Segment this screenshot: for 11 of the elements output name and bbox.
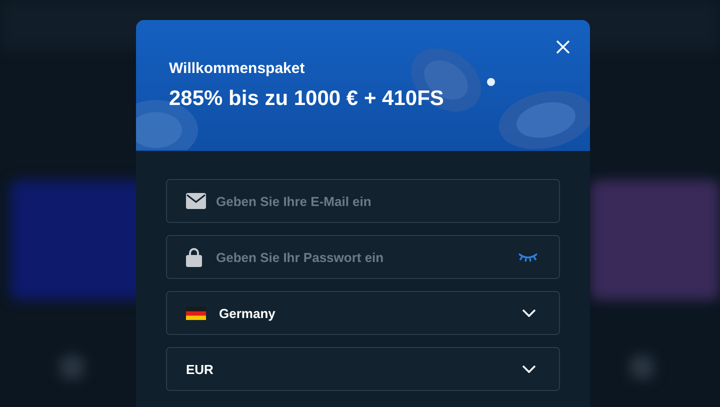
banner-title: 285% bis zu 1000 € + 410FS	[169, 87, 444, 111]
chevron-down-icon	[522, 309, 536, 317]
country-select[interactable]: Germany	[166, 291, 560, 335]
email-field[interactable]: Geben Sie Ihre E-Mail ein	[166, 179, 560, 223]
close-icon[interactable]	[554, 38, 572, 56]
password-field[interactable]: Geben Sie Ihr Passwort ein	[166, 235, 560, 279]
flag-icon	[186, 306, 206, 320]
currency-select[interactable]: EUR	[166, 347, 560, 391]
closed-eye-icon[interactable]	[518, 252, 538, 262]
banner-subtitle: Willkommenspaket	[169, 60, 306, 77]
chevron-down-icon	[522, 365, 536, 373]
